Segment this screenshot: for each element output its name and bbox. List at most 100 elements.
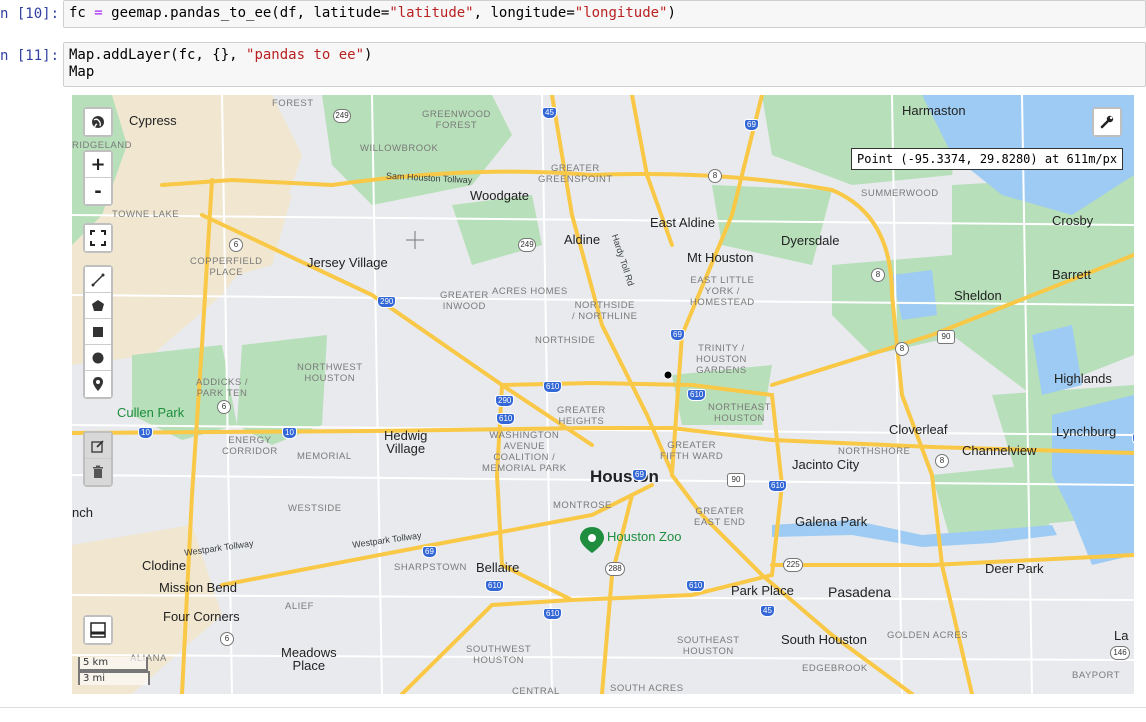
shield-i610: 610 [543, 381, 563, 393]
map-widget[interactable]: Cypress Harmaston FOREST RIDGELAND WILLO… [72, 95, 1134, 694]
code-token: "latitude" [389, 5, 474, 21]
label-towne-lake: TOWNE LAKE [112, 209, 180, 220]
shield-6: 6 [217, 400, 231, 414]
label-cullen-park: Cullen Park [117, 405, 185, 420]
label-bayport: BAYPORT [1072, 670, 1121, 681]
shield-288: 288 [605, 562, 625, 576]
cell-prompt-11: n [11]: [0, 48, 60, 64]
shield-6: 6 [220, 632, 234, 646]
shield-8: 8 [895, 342, 909, 356]
code-token: = [94, 5, 103, 21]
shield-i69: 69 [670, 329, 685, 341]
label-south-acres: SOUTH ACRES [610, 683, 684, 694]
label-copperfield-place: COPPERFIELD PLACE [190, 256, 263, 278]
label-deer-park: Deer Park [985, 561, 1044, 576]
label-east-aldine: East Aldine [650, 215, 716, 230]
label-galena-park: Galena Park [795, 514, 868, 529]
shield-i610: 610 [496, 413, 516, 425]
label-woodgate: Woodgate [470, 188, 530, 203]
zoom-control[interactable]: + - [83, 150, 113, 206]
draw-polyline-icon[interactable] [85, 267, 111, 293]
label-jersey-village: Jersey Village [307, 255, 388, 270]
shield-i10: 10 [282, 427, 297, 439]
label-memorial: MEMORIAL [297, 451, 352, 462]
wrench-icon[interactable] [1094, 109, 1120, 135]
fullscreen-control[interactable] [83, 223, 113, 253]
label-mt-houston: Mt Houston [687, 250, 754, 265]
cell-prompt-10: n [10]: [0, 6, 60, 22]
shield-i69: 69 [632, 469, 647, 481]
toolbar-control[interactable] [1092, 107, 1122, 137]
shield-i610: 610 [543, 608, 563, 620]
zoom-in-button[interactable]: + [85, 152, 111, 178]
shield-i610: 610 [686, 580, 706, 592]
draw-polygon-icon[interactable] [85, 293, 111, 319]
label-central: CENTRAL [512, 686, 560, 694]
label-washington-avenue: WASHINGTON AVENUE COALITION / MEMORIAL P… [482, 430, 567, 474]
shield-6: 6 [229, 238, 243, 252]
draw-toolbar[interactable] [83, 265, 113, 399]
code-cell-11[interactable]: Map.addLayer(fc, {}, "pandas to ee") Map [63, 42, 1146, 87]
label-crosby: Crosby [1052, 213, 1094, 228]
label-barrett: Barrett [1052, 267, 1092, 282]
label-dyersdale: Dyersdale [781, 233, 840, 248]
code-token: "pandas to ee" [246, 47, 365, 63]
label-greater-heights: GREATER HEIGHTS [557, 405, 606, 427]
label-south-houston: South Houston [781, 632, 868, 647]
code-token: "longitude" [574, 5, 668, 21]
label-harmaston: Harmaston [902, 103, 966, 118]
coordinates-tooltip: Point (-95.3374, 29.8280) at 611m/px [851, 148, 1124, 170]
label-northeast-houston: NORTHEAST HOUSTON [708, 402, 771, 424]
zoom-out-button[interactable]: - [85, 178, 111, 204]
label-southwest-houston: SOUTHWEST HOUSTON [466, 644, 532, 666]
basemap-control[interactable] [83, 107, 113, 137]
label-acres-homes: ACRES HOMES [492, 286, 568, 297]
draw-marker-icon[interactable] [85, 371, 111, 397]
label-lynchburg: Lynchburg [1056, 424, 1117, 439]
label-aldine: Aldine [564, 232, 601, 247]
label-sheldon: Sheldon [954, 288, 1002, 303]
shield-i610: 610 [687, 389, 707, 401]
draw-circle-icon[interactable] [85, 345, 111, 371]
code-token: geemap.pandas_to_ee(df, latitude= [102, 5, 390, 21]
shield-i610: 610 [485, 580, 505, 592]
label-golden-acres: GOLDEN ACRES [887, 630, 968, 641]
label-forest: FOREST [272, 98, 314, 109]
shield-i610: 610 [768, 480, 788, 492]
label-sharpstown: SHARPSTOWN [394, 562, 467, 573]
label-bellaire: Bellaire [476, 560, 520, 575]
scale-km: 5 km [78, 657, 148, 671]
scale-bar: 5 km 3 mi [78, 657, 150, 685]
edit-layers-icon[interactable] [85, 433, 111, 459]
label-jacinto-city: Jacinto City [792, 457, 860, 472]
fullscreen-icon[interactable] [85, 225, 111, 251]
layers-icon[interactable] [85, 617, 111, 643]
shield-249: 249 [333, 109, 351, 123]
code-cell-10[interactable]: fc = geemap.pandas_to_ee(df, latitude="l… [63, 0, 1146, 28]
label-houston-zoo[interactable]: Houston Zoo [607, 529, 681, 544]
label-montrose: MONTROSE [553, 500, 612, 511]
label-four-corners: Four Corners [163, 609, 240, 624]
edit-toolbar[interactable] [83, 431, 113, 487]
code-token: ) [667, 5, 676, 21]
label-westside: WESTSIDE [288, 503, 342, 514]
label-cypress: Cypress [129, 113, 177, 128]
shield-290: 290 [495, 395, 515, 407]
draw-rectangle-icon[interactable] [85, 319, 111, 345]
label-northside: NORTHSIDE [535, 335, 596, 346]
code-token: Map.addLayer(fc, {}, [69, 47, 247, 63]
shield-i69: 69 [744, 119, 759, 131]
label-greater-east-end: GREATER EAST END [694, 506, 746, 528]
delete-layers-icon[interactable] [85, 459, 111, 485]
shield-i69: 69 [422, 546, 437, 558]
globe-icon[interactable] [85, 109, 111, 135]
shield-8: 8 [935, 454, 949, 468]
label-summerwood: SUMMERWOOD [861, 188, 939, 199]
label-highlands: Highlands [1054, 371, 1112, 386]
label-addicks-park-ten: ADDICKS / PARK TEN [196, 377, 249, 399]
layer-legend-control[interactable] [83, 615, 113, 645]
shield-i45: 45 [760, 605, 775, 617]
label-nch: nch [72, 505, 93, 520]
shield-249: 249 [518, 238, 536, 252]
label-houston: Houston [590, 467, 659, 486]
